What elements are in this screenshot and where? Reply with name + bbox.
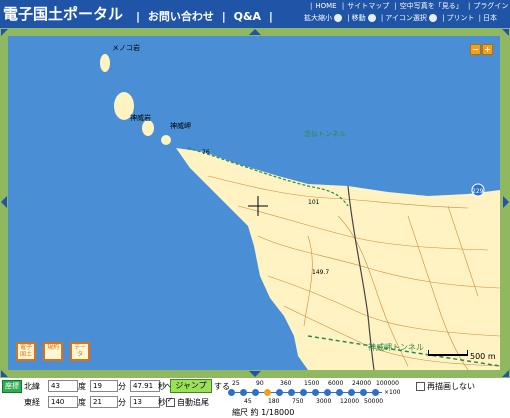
qa-link[interactable]: Q&A [234,10,261,23]
pan-east-arrow[interactable] [503,196,509,208]
scale-dot-selected[interactable] [264,389,271,396]
pan-west-arrow[interactable] [1,196,7,208]
scale-bar [428,348,468,358]
no-redraw-label: 再描画しない [427,382,475,391]
pan-south-arrow[interactable] [249,371,261,377]
aerial-photo-link[interactable]: 空中写真を「見る」 [400,2,463,10]
scale-dot[interactable] [228,389,235,396]
rules-button[interactable]: 規約 [43,342,64,361]
scale-text: 縮尺 約 1/18000 [232,408,295,417]
map-canvas[interactable]: 229 メノコ岩 神威岩 神威岬 念仏トンネル 神威岬トンネル 76 101 1… [8,36,500,370]
print-link[interactable]: プリント [446,14,474,22]
home-link[interactable]: HOME [315,2,336,10]
islet-2 [142,120,154,136]
scale-dot[interactable] [240,389,247,396]
label-tunnel: 神威岬トンネル [368,342,424,352]
pan-northwest-arrow[interactable] [1,29,8,36]
latitude-degrees-field[interactable]: 43 [48,380,78,392]
longitude-minutes-field[interactable]: 21 [90,396,118,408]
move-tool-link[interactable]: 移動 [352,14,366,22]
scale-dot[interactable] [252,389,259,396]
label-islet: メノコ岩 [112,43,140,52]
auto-follow-checkbox[interactable] [166,396,175,407]
pan-southwest-arrow[interactable] [1,370,8,377]
pan-southeast-arrow[interactable] [502,370,509,377]
longitude-seconds-field[interactable]: 13 [130,396,160,408]
zoom-out-button[interactable]: − [470,44,481,55]
hand-icon[interactable] [367,14,376,22]
scale-dot[interactable] [360,389,367,396]
scale-dot[interactable] [324,389,331,396]
label-height-2: 101 [308,199,320,206]
no-redraw-checkbox[interactable] [416,382,425,391]
scale-dot[interactable] [348,389,355,396]
scale-multiplier: ×100 [384,389,401,396]
scale-dot[interactable] [372,389,379,396]
contact-link[interactable]: お問い合わせ [148,10,214,23]
scale-dot[interactable] [300,389,307,396]
scale-dot[interactable] [336,389,343,396]
pan-northeast-arrow[interactable] [502,29,509,36]
islet-3 [161,135,171,145]
portal-logo[interactable]: 電子国土ポータル [3,3,123,23]
auto-follow-label: 自動追尾 [177,398,209,407]
tool-row: 拡大縮小 | 移動 | アイコン選択 | プリント | 日本 [304,14,498,22]
header-bar: 電子国土ポータル | お問い合わせ | Q&A | | HOME | サイトマップ … [0,0,510,28]
scale-dot[interactable] [276,389,283,396]
longitude-label: 東経 [24,398,40,407]
scale-bar-label: 500 m [470,352,496,361]
zoom-in-button[interactable]: + [482,44,493,55]
zoom-icon[interactable] [334,14,342,22]
header-nav: | お問い合わせ | Q&A | [136,10,273,23]
pan-north-arrow[interactable] [249,29,261,35]
zoom-tool-link[interactable]: 拡大縮小 [304,14,332,22]
top-links: | HOME | サイトマップ | 空中写真を「見る」 | プラグイン [310,2,509,10]
latitude-seconds-field[interactable]: 47.91 [130,380,160,392]
japan-link[interactable]: 日本 [483,14,497,22]
latitude-label: 北緯 [24,382,40,391]
label-trail: 念仏トンネル [304,129,346,138]
e-kokudo-button[interactable]: 電子国土 [16,342,36,361]
label-height-1: 76 [202,149,210,156]
coordinate-controls: 座標 北緯 43 度 19 分 47.91 秒 へ ジャンプ する 東経 140… [0,378,510,418]
map-side-buttons: 電子国土 規約 データ [16,342,92,361]
sitemap-link[interactable]: サイトマップ [347,2,389,10]
label-height-3: 149.7 [312,269,329,276]
islet-1 [100,54,110,72]
longitude-degrees-field[interactable]: 140 [48,396,78,408]
cursor-icon[interactable] [428,14,437,22]
label-cape: 神威岬 [170,121,191,130]
route-number: 229 [472,188,484,195]
data-button[interactable]: データ [70,342,91,361]
icon-select-link[interactable]: アイコン選択 [385,14,427,22]
scale-dot[interactable] [312,389,319,396]
latitude-minutes-field[interactable]: 19 [90,380,118,392]
topo-map: 229 メノコ岩 神威岩 神威岬 念仏トンネル 神威岬トンネル 76 101 1… [8,36,500,370]
label-island: 神威岩 [130,113,151,122]
scale-dot[interactable] [288,389,295,396]
jump-button[interactable]: ジャンプ [170,379,212,393]
coordinate-button[interactable]: 座標 [2,380,22,393]
plugin-link[interactable]: プラグイン [473,2,508,10]
